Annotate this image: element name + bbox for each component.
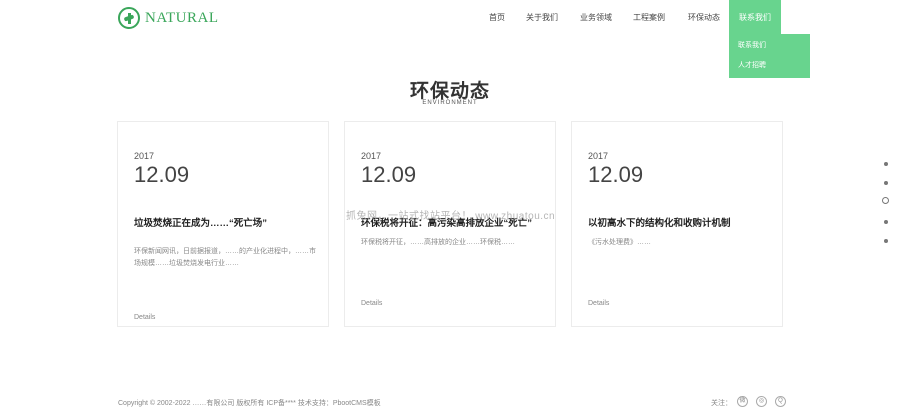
contact-dropdown-menu: 联系我们 人才招聘 — [729, 34, 810, 78]
news-card-year: 2017 — [588, 151, 609, 161]
site-footer: Copyright © 2002-2022 ……有限公司 版权所有 ICP备**… — [0, 392, 900, 412]
logo-text: NATURAL — [145, 9, 219, 26]
news-card[interactable]: 2017 12.09 以初高水下的结构化和收购计机制 《污水处理费》…… Det… — [571, 121, 783, 327]
nav-item-about[interactable]: 关于我们 — [526, 12, 558, 23]
news-card-date: 12.09 — [134, 162, 190, 187]
nav-item-cases[interactable]: 工程案例 — [633, 12, 665, 23]
news-card-title[interactable]: 垃圾焚烧正在成为……“死亡场” — [134, 217, 314, 231]
nav-item-business[interactable]: 业务领域 — [580, 12, 612, 23]
nav-item-home[interactable]: 首页 — [489, 12, 505, 23]
news-card-date: 12.09 — [588, 162, 644, 187]
site-header: NATURAL 首页 关于我们 业务领域 工程案例 环保动态 联系我们 — [0, 0, 900, 36]
section-title: 环保动态 — [409, 81, 490, 102]
news-card[interactable]: 2017 12.09 垃圾焚烧正在成为……“死亡场” 环保新闻网讯，日前据报道，… — [117, 121, 329, 327]
news-card-year: 2017 — [134, 151, 155, 161]
news-card-date: 12.09 — [361, 162, 417, 187]
news-card-title[interactable]: 以初高水下的结构化和收购计机制 — [588, 217, 768, 231]
follow-label: 关注： — [711, 400, 732, 407]
nav-item-news[interactable]: 环保动态 — [688, 12, 720, 23]
news-card-details-link[interactable]: Details — [588, 300, 609, 307]
news-card-description: 《污水处理费》…… — [588, 239, 651, 246]
news-card-details-link[interactable]: Details — [134, 314, 155, 321]
dropdown-item-recruit[interactable]: 人才招聘 — [738, 60, 766, 70]
qq-icon[interactable]: Q — [775, 396, 786, 407]
news-card[interactable]: 2017 12.09 环保税将开征：高污染高排放企业“死亡” 环保税将开征，……… — [344, 121, 556, 327]
weibo-icon[interactable]: 微 — [737, 396, 748, 407]
section-subtitle: ENVIRONMENT — [422, 100, 478, 106]
side-pagination-dot[interactable] — [884, 220, 888, 224]
copyright-text: Copyright © 2002-2022 ……有限公司 版权所有 ICP备**… — [118, 400, 381, 407]
side-pagination-dot[interactable] — [882, 197, 889, 204]
watermark-text: 抓兔网，一站式找站平台！ www.zhuatou.cn — [346, 211, 556, 222]
side-pagination-dot[interactable] — [884, 239, 888, 243]
news-card-description: 环保税将开征，……高排放的企业……环保税…… — [361, 239, 515, 246]
nav-item-contact[interactable]: 联系我们 — [729, 0, 781, 34]
leaf-logo-icon — [118, 7, 140, 29]
site-logo[interactable]: NATURAL — [118, 7, 219, 29]
nav-item-contact-label: 联系我们 — [739, 13, 771, 22]
side-pagination-dot[interactable] — [884, 162, 888, 166]
news-card-description: 环保新闻网讯，日前据报道，……的产业化进程中，……市场规模……垃圾焚烧发电行业…… — [134, 248, 316, 267]
dropdown-item-contact[interactable]: 联系我们 — [738, 40, 766, 50]
news-card-year: 2017 — [361, 151, 382, 161]
news-card-details-link[interactable]: Details — [361, 300, 382, 307]
side-pagination-dot[interactable] — [884, 181, 888, 185]
wechat-icon[interactable]: ◎ — [756, 396, 767, 407]
